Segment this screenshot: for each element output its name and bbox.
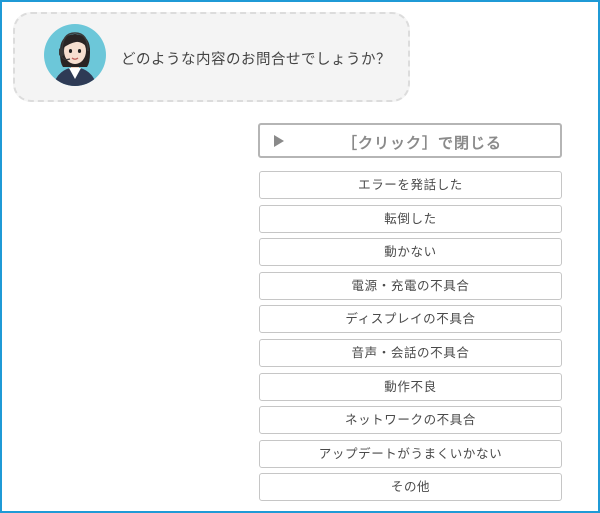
option-update[interactable]: アップデートがうまくいかない (259, 439, 562, 468)
option-error-speech[interactable]: エラーを発話した (259, 171, 562, 199)
chat-window: どのような内容のお問合せでしょうか？ ［クリック］で閉じる エラーを発話した 転… (0, 0, 600, 513)
option-list: エラーを発話した 転倒した 動かない 電源・充電の不具合 ディスプレイの不具合 … (259, 171, 562, 507)
option-audio-conversation[interactable]: 音声・会話の不具合 (259, 338, 562, 367)
operator-avatar-icon (44, 24, 106, 86)
option-display[interactable]: ディスプレイの不具合 (259, 305, 562, 334)
option-malfunction[interactable]: 動作不良 (259, 372, 562, 401)
question-text: どのような内容のお問合せでしょうか？ (121, 52, 391, 68)
close-menu-button[interactable]: ［クリック］で閉じる (258, 123, 562, 158)
operator-avatar (43, 23, 107, 87)
close-button-label: ［クリック］で閉じる (341, 134, 502, 152)
option-network[interactable]: ネットワークの不具合 (259, 406, 562, 435)
operator-message-bubble: どのような内容のお問合せでしょうか？ (13, 12, 410, 102)
option-other[interactable]: その他 (259, 473, 562, 502)
option-not-moving[interactable]: 動かない (259, 238, 562, 267)
option-power-charging[interactable]: 電源・充電の不具合 (259, 271, 562, 300)
option-fell-over[interactable]: 転倒した (259, 204, 562, 233)
